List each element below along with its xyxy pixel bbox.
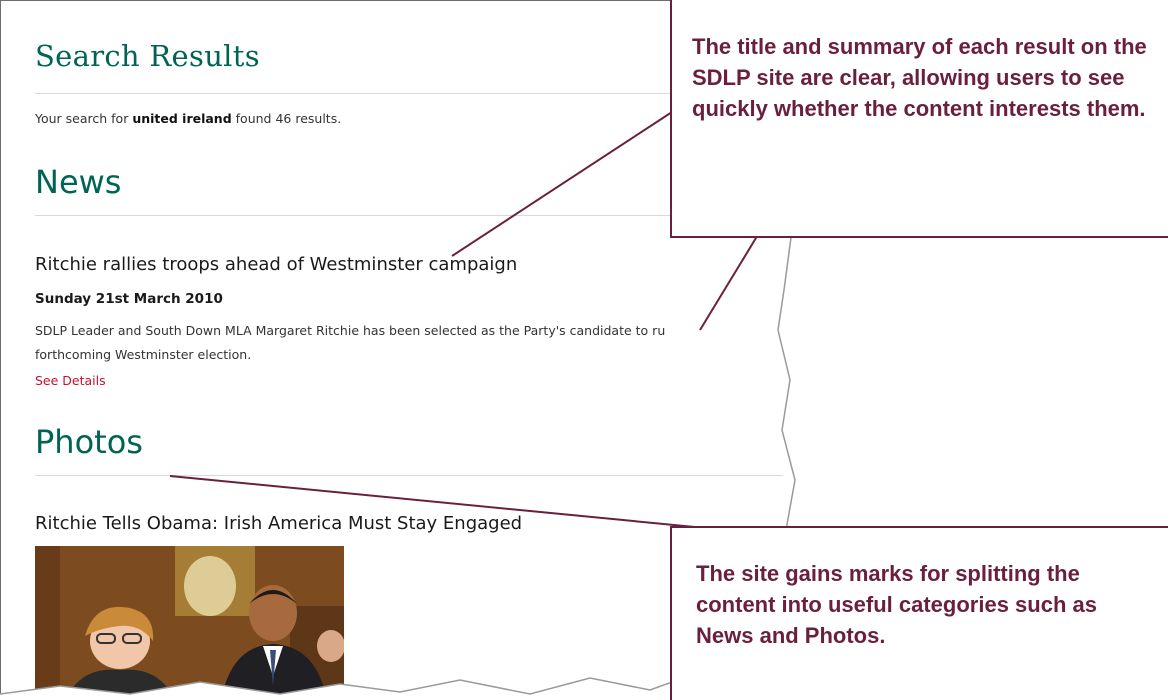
- news-result-title[interactable]: Ritchie rallies troops ahead of Westmins…: [35, 254, 517, 275]
- photo-thumbnail[interactable]: [35, 546, 344, 694]
- result-count: 46: [275, 111, 292, 126]
- callout-text: The title and summary of each result on …: [692, 34, 1147, 121]
- summary-line: forthcoming Westminster election.: [35, 347, 252, 362]
- divider: [35, 475, 783, 476]
- see-details-link[interactable]: See Details: [35, 373, 106, 388]
- annotated-screenshot: Search Results Your search for united ir…: [0, 0, 1168, 700]
- summary-prefix: Your search for: [35, 111, 133, 126]
- photo-result-title[interactable]: Ritchie Tells Obama: Irish America Must …: [35, 513, 522, 534]
- page-title: Search Results: [35, 39, 260, 73]
- summary-line: SDLP Leader and South Down MLA Margaret …: [35, 323, 666, 338]
- callout-clear-summaries: The title and summary of each result on …: [670, 0, 1168, 238]
- news-heading: News: [35, 163, 122, 201]
- news-result-date: Sunday 21st March 2010: [35, 291, 223, 307]
- search-query: united ireland: [132, 111, 232, 126]
- callout-text: The site gains marks for splitting the c…: [696, 561, 1097, 648]
- photo-illustration: [35, 546, 344, 694]
- news-result-summary: SDLP Leader and South Down MLA Margaret …: [35, 319, 795, 367]
- summary-middle: found: [231, 111, 276, 126]
- summary-suffix: results.: [291, 111, 342, 126]
- callout-categories: The site gains marks for splitting the c…: [670, 526, 1168, 700]
- search-summary: Your search for united ireland found 46 …: [35, 111, 341, 126]
- photos-heading: Photos: [35, 423, 143, 461]
